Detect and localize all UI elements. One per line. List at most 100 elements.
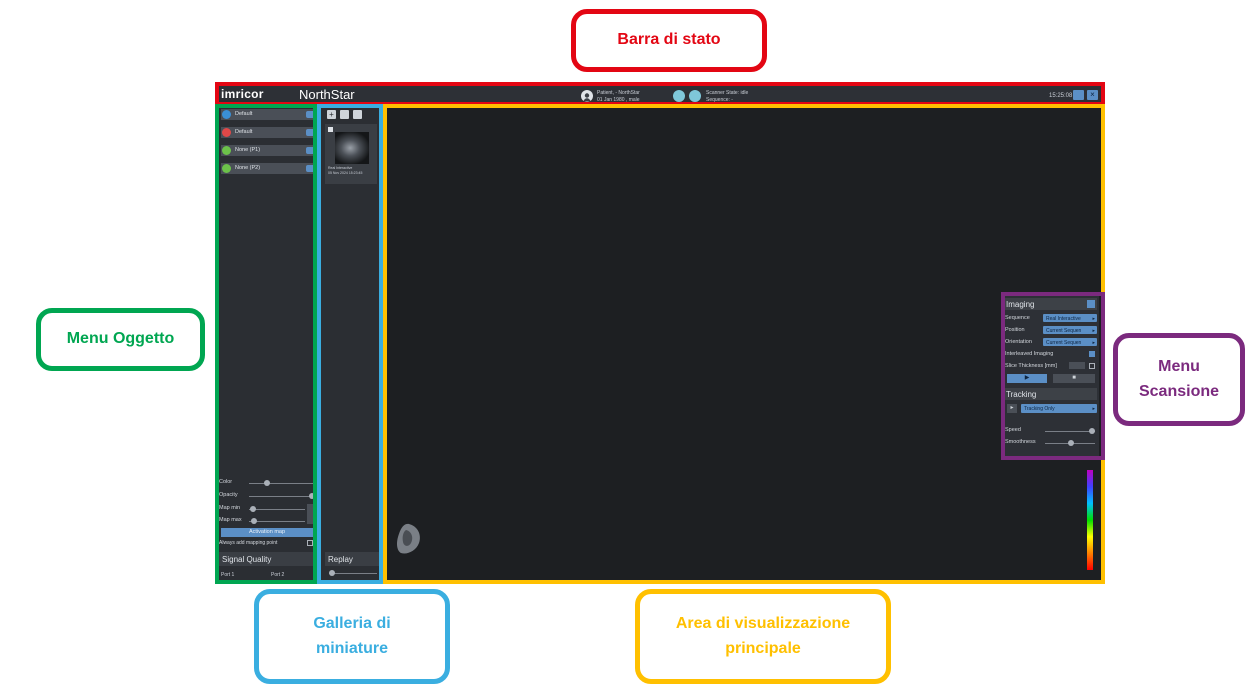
orientation-value: Current Sequen (1046, 339, 1082, 346)
replay-slider-track[interactable] (329, 573, 377, 574)
color-slider-knob[interactable] (264, 480, 270, 486)
delete-icon[interactable] (353, 110, 362, 119)
callout-scan-menu: Menu Scansione (1113, 333, 1245, 426)
speed-slider-knob[interactable] (1089, 428, 1095, 434)
stop-button[interactable]: ■ (1053, 374, 1095, 383)
position-value: Current Sequen (1046, 327, 1082, 334)
chevron-right-icon: ▸ (1092, 327, 1095, 334)
eye-icon[interactable] (306, 165, 315, 172)
imaging-settings-icon[interactable] (1087, 300, 1095, 308)
orientation-label: Orientation (1005, 339, 1032, 345)
object-row[interactable]: None (P1) (221, 145, 317, 156)
port1-label: Port 1 (221, 572, 235, 578)
callout-thumbnails: Galleria di miniature (254, 589, 450, 684)
interleaved-label: Interleaved Imaging (1005, 351, 1054, 357)
slice-thickness-checkbox[interactable] (1089, 363, 1095, 369)
opacity-label: Opacity (219, 492, 238, 498)
sequence-value: Real Interactive (1046, 315, 1081, 322)
interleaved-checkbox[interactable] (1089, 351, 1095, 357)
always-add-label: Always add mapping point (219, 540, 278, 546)
color-slider-track[interactable] (249, 483, 313, 484)
speed-label: Speed (1005, 427, 1021, 433)
thumbnail-caption-title: Real Interactive (328, 166, 353, 170)
sequence-label: Sequence (1005, 315, 1030, 321)
map-range-handle[interactable] (307, 504, 315, 524)
callout-main-view: Area di visualizzazione principale (635, 589, 891, 684)
signal-quality-header: Signal Quality (219, 552, 315, 566)
callout-main-view-line1: Area di visualizzazione (675, 614, 851, 632)
northstar-app-window: imricor NorthStar Patient, - NorthStar 0… (215, 82, 1105, 584)
object-label: Default (235, 129, 253, 135)
port2-label: Port 2 (271, 572, 285, 578)
view-icon[interactable] (340, 110, 349, 119)
scanner-icon[interactable] (673, 90, 685, 102)
chevron-right-icon: ▸ (1092, 315, 1095, 322)
scanner-status-icon[interactable] (689, 90, 701, 102)
status-bar: imricor NorthStar Patient, - NorthStar 0… (215, 82, 1105, 106)
callout-thumbnails-line2: miniature (315, 639, 388, 657)
callout-scan-menu-line1: Menu (1158, 357, 1200, 375)
tracking-mode-value: Tracking Only (1024, 405, 1055, 412)
color-scale-bar (1087, 470, 1093, 570)
map-max-slider-track[interactable] (249, 521, 305, 522)
speed-slider-track[interactable] (1045, 431, 1095, 432)
object-row[interactable]: None (P2) (221, 163, 317, 174)
object-row[interactable]: Default (221, 109, 317, 120)
object-row[interactable]: Default (221, 127, 317, 138)
tracking-mode-dropdown[interactable]: Tracking Only ▸ (1021, 404, 1097, 413)
chevron-right-icon: ▸ (1092, 405, 1095, 412)
orientation-dropdown[interactable]: Current Sequen ▸ (1043, 338, 1097, 346)
thumbnail-checkbox[interactable] (328, 127, 333, 132)
thumbnail-image (335, 132, 369, 164)
scanner-state: Scanner State: idle (706, 90, 749, 96)
object-color-dot-icon[interactable] (222, 128, 231, 137)
thumbnail-caption-date: 05 Nov 2024 15:23:45 (328, 171, 363, 175)
opacity-slider-track[interactable] (249, 496, 313, 497)
imaging-header: Imaging (1003, 298, 1097, 310)
object-color-dot-icon[interactable] (222, 146, 231, 155)
always-add-checkbox[interactable] (307, 540, 313, 546)
chevron-right-icon: ▸ (1092, 339, 1095, 346)
callout-main-view-line2: principale (725, 639, 801, 657)
callout-object-menu: Menu Oggetto (36, 308, 205, 371)
heart-orientation-icon (395, 522, 423, 561)
activation-map-button-label: Activation map (248, 529, 286, 535)
position-label: Position (1005, 327, 1025, 333)
position-dropdown[interactable]: Current Sequen ▸ (1043, 326, 1097, 334)
monitor-icon[interactable] (1073, 90, 1084, 100)
map-max-slider-knob[interactable] (251, 518, 257, 524)
object-color-dot-icon[interactable] (222, 164, 231, 173)
thumbnail-item[interactable]: Real Interactive 05 Nov 2024 15:23:45 (325, 124, 377, 184)
eye-icon[interactable] (306, 111, 315, 118)
object-label: None (P2) (235, 165, 261, 171)
object-color-dot-icon[interactable] (222, 110, 231, 119)
object-menu: Default Default None (P1) None (P2) Color O… (215, 106, 319, 584)
replay-header: Replay (325, 552, 381, 566)
smoothness-slider-knob[interactable] (1068, 440, 1074, 446)
app-name: NorthStar (299, 87, 355, 102)
patient-name: Patient, - NorthStar (597, 90, 640, 96)
scanner-sequence: Sequence: - (706, 97, 733, 103)
add-icon[interactable]: + (327, 110, 336, 119)
close-icon[interactable]: × (1087, 90, 1098, 100)
map-min-slider-knob[interactable] (250, 506, 256, 512)
slice-thickness-input[interactable] (1069, 362, 1085, 369)
slice-thickness-label: Slice Thickness [mm] (1005, 363, 1057, 369)
clock: 15:25:08 (1049, 93, 1073, 99)
callout-status-bar-text: Barra di stato (617, 31, 721, 49)
patient-icon[interactable] (581, 90, 593, 102)
signal-quality-title: Signal Quality (222, 555, 272, 564)
activation-map-button[interactable]: Activation map (221, 528, 313, 537)
replay-slider-knob[interactable] (329, 570, 335, 576)
tracking-toggle[interactable]: ▸ (1007, 404, 1017, 413)
play-button[interactable]: ▶ (1007, 374, 1047, 383)
map-min-slider-track[interactable] (249, 509, 305, 510)
object-label: None (P1) (235, 147, 261, 153)
sequence-dropdown[interactable]: Real Interactive ▸ (1043, 314, 1097, 322)
main-view[interactable]: Imaging Sequence Real Interactive ▸ Posit… (385, 106, 1105, 584)
scan-menu: Imaging Sequence Real Interactive ▸ Posit… (1001, 296, 1099, 456)
imaging-title: Imaging (1006, 300, 1035, 309)
eye-icon[interactable] (306, 147, 315, 154)
opacity-slider-knob[interactable] (309, 493, 315, 499)
eye-icon[interactable] (306, 129, 315, 136)
